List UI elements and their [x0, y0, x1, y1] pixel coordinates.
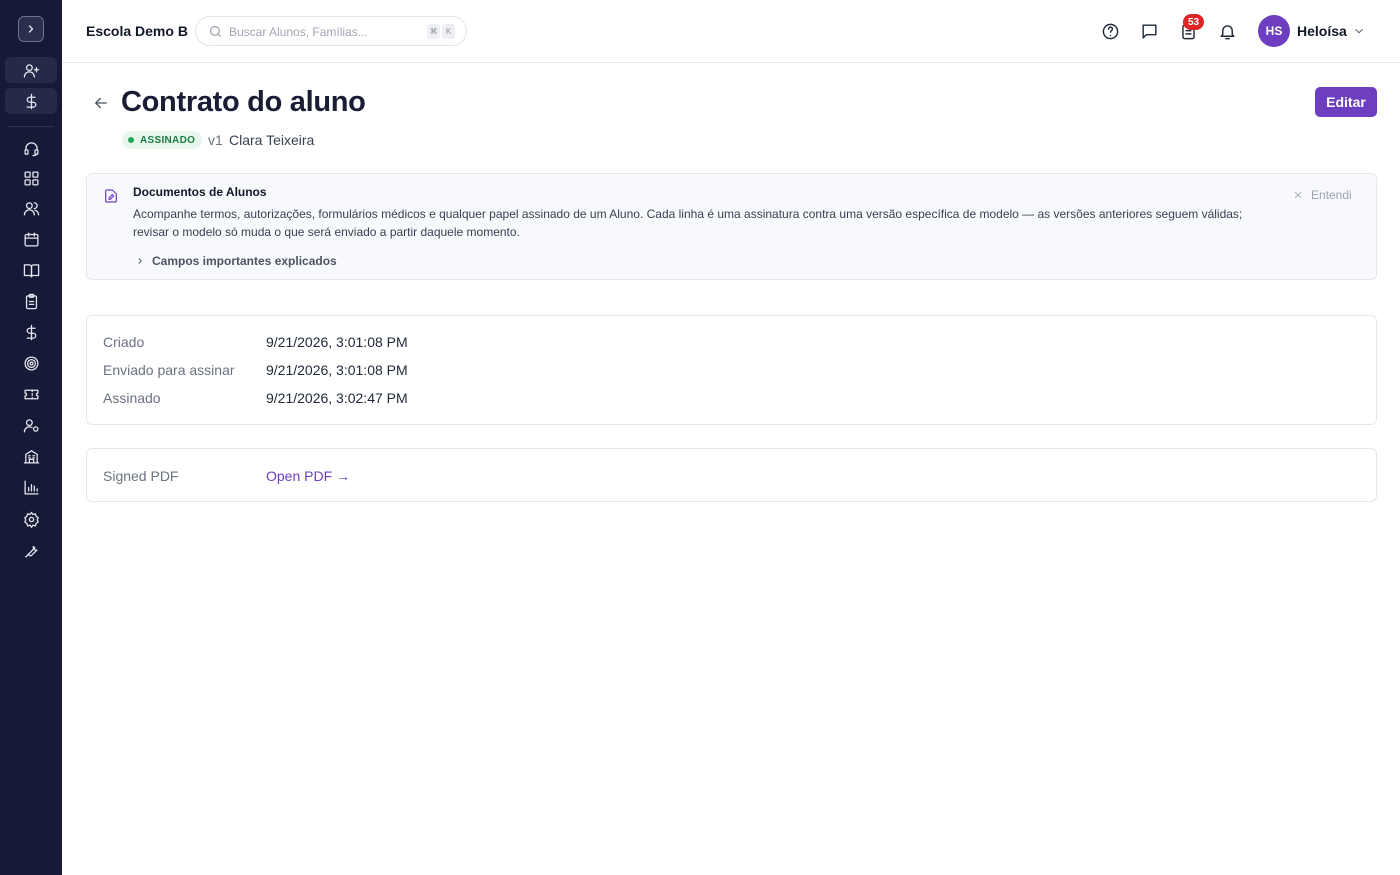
search-input[interactable] [229, 23, 419, 41]
dismiss-label: Entendi [1311, 188, 1352, 202]
clipboard-icon [25, 293, 37, 309]
version-label: v1 [208, 132, 223, 148]
sidebar-item-tools[interactable] [5, 537, 57, 563]
user-name[interactable]: Heloísa [1297, 23, 1347, 39]
bell-icon [1219, 24, 1235, 39]
sidebar-item-billing[interactable] [5, 88, 57, 114]
ticket-icon [23, 389, 39, 399]
student-name: Clara Teixeira [229, 132, 315, 148]
created-label: Criado [103, 334, 145, 350]
chevron-down-icon[interactable] [1352, 24, 1366, 38]
back-button[interactable] [90, 92, 112, 114]
sidebar [0, 0, 62, 875]
sidebar-expand-button[interactable] [18, 16, 44, 42]
target-icon [23, 355, 39, 371]
wrench-icon [24, 545, 38, 558]
sidebar-item-user-settings[interactable] [5, 412, 57, 438]
tasks-count-badge: 53 [1183, 14, 1205, 30]
shortcut-key-cmd: ⌘ [427, 24, 440, 39]
top-header: Escola Demo B ⌘ K 53 HS Heloísa [62, 0, 1400, 63]
search-icon [208, 24, 223, 39]
important-fields-toggle[interactable]: Campos importantes explicados [135, 254, 337, 268]
dollar-icon [26, 93, 36, 109]
close-icon [1294, 191, 1302, 199]
sent-label: Enviado para assinar [103, 362, 235, 378]
signed-label: Assinado [103, 390, 161, 406]
messages-button[interactable] [1138, 20, 1160, 42]
dollar-icon [26, 324, 36, 340]
sidebar-item-library[interactable] [5, 257, 57, 283]
user-plus-icon [23, 63, 39, 78]
signed-pdf-label: Signed PDF [103, 468, 179, 484]
info-title: Documentos de Alunos [133, 185, 267, 199]
status-badge: ASSINADO [122, 131, 203, 149]
bar-chart-icon [23, 479, 39, 495]
chevron-right-icon [28, 25, 34, 33]
important-fields-label: Campos importantes explicados [152, 254, 337, 268]
document-edit-icon [103, 188, 121, 206]
edit-button[interactable]: Editar [1315, 87, 1377, 117]
headset-icon [23, 141, 39, 156]
sidebar-divider [8, 126, 54, 127]
school-name[interactable]: Escola Demo B [86, 23, 188, 39]
building-icon [23, 449, 39, 464]
search-box[interactable]: ⌘ K [195, 16, 467, 46]
calendar-icon [23, 231, 39, 247]
message-icon [1141, 23, 1157, 39]
sidebar-item-people[interactable] [5, 195, 57, 221]
sidebar-item-tickets[interactable] [5, 381, 57, 407]
status-label: ASSINADO [140, 134, 196, 146]
sidebar-item-calendar[interactable] [5, 226, 57, 252]
sidebar-item-goals[interactable] [5, 350, 57, 376]
users-icon [23, 201, 39, 216]
sidebar-item-buildings[interactable] [5, 443, 57, 469]
shortcut-key-k: K [442, 24, 455, 39]
info-banner: Documentos de Alunos Acompanhe termos, a… [86, 173, 1377, 280]
dismiss-button[interactable]: Entendi [1293, 188, 1352, 202]
sidebar-item-finance[interactable] [5, 319, 57, 345]
sidebar-item-reports[interactable] [5, 474, 57, 500]
help-circle-icon [1102, 23, 1118, 39]
sidebar-item-tasks[interactable] [5, 288, 57, 314]
notifications-button[interactable] [1216, 20, 1238, 42]
signed-value: 9/21/2026, 3:02:47 PM [266, 390, 408, 406]
chevron-right-icon [138, 258, 142, 264]
user-avatar[interactable]: HS [1258, 15, 1290, 47]
page-title: Contrato do aluno [121, 86, 366, 118]
help-button[interactable] [1099, 20, 1121, 42]
arrow-left-icon [95, 97, 107, 109]
status-dot [128, 137, 134, 143]
sidebar-item-dashboard[interactable] [5, 165, 57, 191]
dashboard-grid-icon [23, 170, 39, 186]
sidebar-item-add-user[interactable] [5, 57, 57, 83]
open-pdf-link[interactable]: Open PDF → [266, 468, 350, 484]
gear-icon [23, 511, 39, 528]
sidebar-item-settings[interactable] [5, 506, 57, 532]
info-description: Acompanhe termos, autorizações, formulár… [133, 207, 1243, 239]
sent-value: 9/21/2026, 3:01:08 PM [266, 362, 408, 378]
signed-pdf-card: Signed PDF Open PDF → [86, 448, 1377, 502]
sidebar-item-support[interactable] [5, 135, 57, 161]
book-open-icon [23, 263, 39, 278]
created-value: 9/21/2026, 3:01:08 PM [266, 334, 408, 350]
dates-card: Criado 9/21/2026, 3:01:08 PM Enviado par… [86, 315, 1377, 425]
user-cog-icon [23, 418, 39, 433]
